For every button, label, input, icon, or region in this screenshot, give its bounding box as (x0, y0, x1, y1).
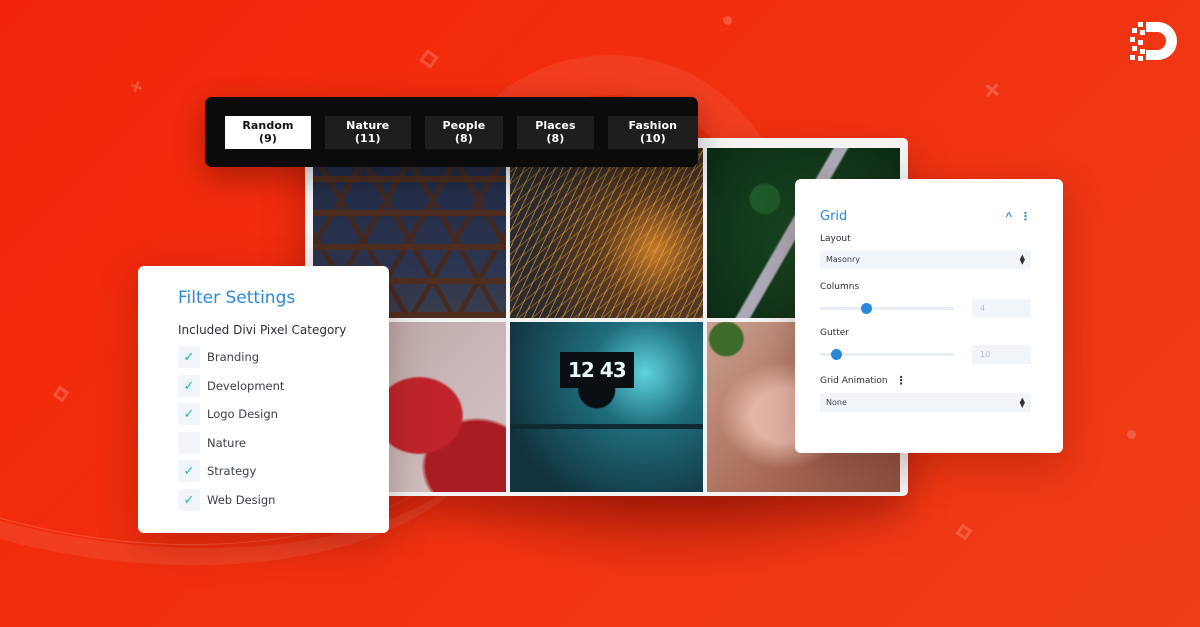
filter-button-people[interactable]: People (8) (424, 115, 504, 149)
filter-button-nature[interactable]: Nature (11) (324, 115, 411, 149)
checkbox-web-design[interactable]: ✓ (178, 488, 200, 511)
category-item-logo-design: ✓ Logo Design (178, 400, 389, 429)
grid-animation-select[interactable]: None ▲ ▼ (820, 393, 1031, 412)
dot-decoration (723, 16, 732, 25)
columns-label: Columns (820, 282, 860, 292)
checkbox-branding[interactable]: ✓ (178, 346, 200, 369)
category-item-strategy: ✓ Strategy (178, 457, 389, 486)
diamond-decoration-icon (955, 523, 973, 541)
plus-decoration-icon: + (974, 72, 1010, 109)
gutter-label: Gutter (820, 328, 849, 338)
category-item-web-design: ✓ Web Design (178, 486, 389, 515)
layout-select[interactable]: Masonry ▲ ▼ (820, 250, 1031, 269)
clock-display-text: 12 43 (560, 352, 634, 388)
category-label: Development (207, 378, 285, 393)
filter-button-places[interactable]: Places (8) (517, 115, 594, 149)
category-label: Strategy (207, 464, 257, 479)
diamond-decoration-icon (52, 385, 70, 403)
category-label: Logo Design (207, 407, 278, 422)
category-label: Branding (207, 350, 260, 365)
grid-panel-header: Grid ^ ⋮ (820, 209, 1031, 224)
chevron-up-icon[interactable]: ^ (1006, 211, 1012, 223)
columns-slider-thumb[interactable] (860, 302, 872, 314)
filter-settings-title: Filter Settings (178, 288, 296, 308)
gallery-photo-sparks[interactable] (510, 148, 703, 318)
category-label: Web Design (207, 492, 276, 507)
filter-settings-panel: Filter Settings Included Divi Pixel Cate… (138, 266, 389, 533)
plus-decoration-icon: + (126, 72, 147, 101)
columns-slider[interactable] (820, 302, 954, 314)
category-filter-bar: Random (9) Nature (11) People (8) Places… (205, 97, 698, 167)
category-label: Nature (207, 435, 246, 450)
diamond-decoration-icon (419, 49, 439, 69)
columns-number-input[interactable]: 4 (972, 298, 1031, 318)
checkbox-nature[interactable] (178, 431, 200, 454)
checkbox-strategy[interactable]: ✓ (178, 460, 200, 483)
grid-settings-panel: Grid ^ ⋮ Layout Masonry ▲ ▼ Columns 4 Gut… (795, 179, 1063, 453)
select-arrows-icon: ▲ ▼ (1019, 395, 1025, 409)
layout-value: Masonry (826, 255, 860, 264)
grid-panel-title: Grid (820, 209, 848, 224)
category-item-branding: ✓ Branding (178, 343, 389, 372)
more-options-icon[interactable]: ⋮ (896, 374, 907, 387)
grid-animation-label: Grid Animation (820, 375, 888, 386)
category-checkbox-list: ✓ Branding ✓ Development ✓ Logo Design N… (178, 343, 389, 514)
category-section-label: Included Divi Pixel Category (178, 323, 347, 337)
dot-decoration (1127, 430, 1136, 439)
grid-animation-value: None (826, 398, 847, 407)
gallery-photo-desk-setup[interactable]: 12 43 (510, 322, 703, 492)
gutter-slider-thumb[interactable] (831, 348, 843, 360)
more-options-icon[interactable]: ⋮ (1020, 210, 1031, 223)
checkbox-logo-design[interactable]: ✓ (178, 403, 200, 426)
category-item-development: ✓ Development (178, 372, 389, 401)
layout-label: Layout (820, 234, 851, 244)
gutter-slider[interactable] (820, 348, 954, 360)
filter-button-fashion[interactable]: Fashion (10) (607, 115, 698, 149)
checkbox-development[interactable]: ✓ (178, 374, 200, 397)
select-arrows-icon: ▲ ▼ (1019, 252, 1025, 266)
divi-pixel-logo-icon (1130, 22, 1177, 61)
category-item-nature: Nature (178, 429, 389, 458)
filter-button-random[interactable]: Random (9) (225, 115, 311, 149)
gutter-number-input[interactable]: 10 (972, 344, 1031, 364)
